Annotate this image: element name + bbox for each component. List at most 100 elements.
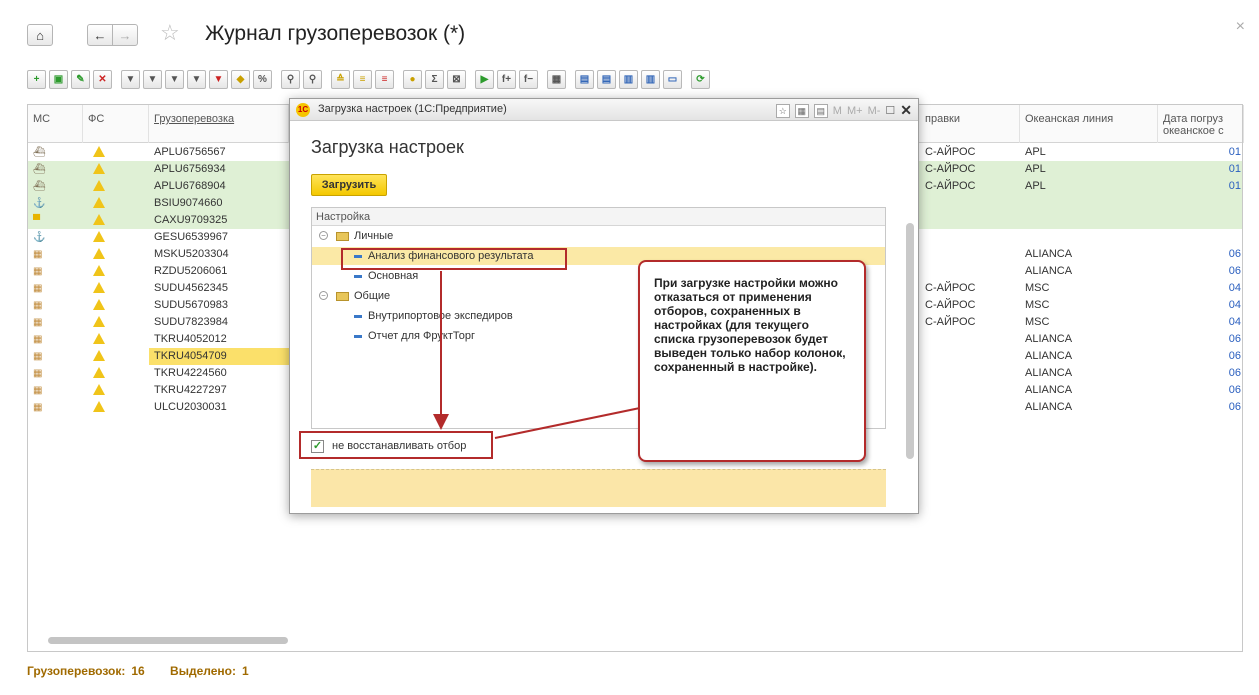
memory-button[interactable]: M <box>833 105 842 117</box>
palette-icon[interactable]: ● <box>403 69 422 89</box>
chart-icon[interactable]: ▥ <box>619 69 638 89</box>
filter-clear-icon[interactable]: ▼ <box>209 69 228 89</box>
cell-departure[interactable] <box>920 263 1020 280</box>
settings-icon[interactable]: ◆ <box>231 69 250 89</box>
cell-cargo[interactable]: RZDU5206061 <box>149 263 289 280</box>
add-function-icon[interactable]: f+ <box>497 69 516 89</box>
cell-date[interactable]: 01 <box>1158 161 1244 178</box>
cell-line[interactable]: ALIANCA <box>1020 348 1158 365</box>
cell-date[interactable]: 06 <box>1158 382 1244 399</box>
report-icon[interactable]: ▥ <box>641 69 660 89</box>
cell-date[interactable]: 04 <box>1158 297 1244 314</box>
filter-set-icon[interactable]: ▼ <box>165 69 184 89</box>
cell-departure[interactable]: С-АЙРОС <box>920 178 1020 195</box>
cell-departure[interactable]: С-АЙРОС <box>920 297 1020 314</box>
cell-cargo[interactable]: APLU6768904 <box>149 178 289 195</box>
cell-date[interactable] <box>1158 195 1244 212</box>
calculator-icon[interactable]: ▦ <box>794 103 809 118</box>
cell-cargo[interactable]: MSKU5203304 <box>149 246 289 263</box>
search-icon[interactable]: ⚲ <box>281 69 300 89</box>
cell-line[interactable]: ALIANCA <box>1020 382 1158 399</box>
delete-icon[interactable]: ✕ <box>93 69 112 89</box>
cell-departure[interactable] <box>920 382 1020 399</box>
collapse-icon[interactable]: − <box>319 291 328 300</box>
cell-cargo[interactable]: TKRU4052012 <box>149 331 289 348</box>
sort-asc-icon[interactable]: ≙ <box>331 69 350 89</box>
edit-icon[interactable]: ✎ <box>71 69 90 89</box>
col-header-departure[interactable]: правки <box>920 105 1020 143</box>
favorites-icon[interactable]: ☆ <box>775 103 790 118</box>
cell-departure[interactable]: С-АЙРОС <box>920 280 1020 297</box>
cell-date[interactable] <box>1158 229 1244 246</box>
cell-line[interactable]: ALIANCA <box>1020 331 1158 348</box>
back-button[interactable]: ← <box>87 24 113 46</box>
cell-cargo[interactable]: APLU6756934 <box>149 161 289 178</box>
scrollbar-thumb[interactable] <box>48 637 288 644</box>
cell-line[interactable]: APL <box>1020 178 1158 195</box>
cell-date[interactable]: 01 <box>1158 178 1244 195</box>
cell-departure[interactable] <box>920 348 1020 365</box>
cell-cargo[interactable]: CAXU9709325 <box>149 212 289 229</box>
cell-date[interactable]: 06 <box>1158 348 1244 365</box>
col-header-cargo[interactable]: Грузоперевозка <box>149 105 289 143</box>
total-icon[interactable]: ⊠ <box>447 69 466 89</box>
cell-line[interactable]: ALIANCA <box>1020 263 1158 280</box>
cell-line[interactable]: ALIANCA <box>1020 246 1158 263</box>
cell-date[interactable]: 06 <box>1158 263 1244 280</box>
cell-line[interactable] <box>1020 195 1158 212</box>
filter-value-icon[interactable]: ▼ <box>143 69 162 89</box>
refresh-icon[interactable]: ⟳ <box>691 69 710 89</box>
cell-date[interactable]: 06 <box>1158 246 1244 263</box>
cell-cargo[interactable]: TKRU4224560 <box>149 365 289 382</box>
col-header-line[interactable]: Океанская линия <box>1020 105 1158 143</box>
cell-date[interactable] <box>1158 212 1244 229</box>
cell-date[interactable]: 01 <box>1158 144 1244 161</box>
cell-line[interactable]: ALIANCA <box>1020 365 1158 382</box>
dialog-close-icon[interactable]: ✕ <box>900 102 912 119</box>
cell-departure[interactable] <box>920 246 1020 263</box>
forward-button[interactable]: → <box>112 24 138 46</box>
cell-departure[interactable] <box>920 331 1020 348</box>
print-icon[interactable]: ▤ <box>575 69 594 89</box>
export-icon[interactable]: ▤ <box>597 69 616 89</box>
cell-cargo[interactable]: SUDU5670983 <box>149 297 289 314</box>
cell-departure[interactable]: С-АЙРОС <box>920 161 1020 178</box>
cell-line[interactable]: APL <box>1020 144 1158 161</box>
cell-departure[interactable] <box>920 195 1020 212</box>
search-clear-icon[interactable]: ⚲ <box>303 69 322 89</box>
cell-departure[interactable]: С-АЙРОС <box>920 314 1020 331</box>
home-button[interactable]: ⌂ <box>27 24 53 46</box>
window-icon[interactable]: ▭ <box>663 69 682 89</box>
calculator-icon[interactable]: ▦ <box>547 69 566 89</box>
scrollbar-thumb[interactable] <box>906 223 914 459</box>
load-button[interactable]: Загрузить <box>311 174 387 196</box>
star-icon[interactable]: ☆ <box>160 20 180 46</box>
cell-cargo[interactable]: TKRU4054709 <box>149 348 289 365</box>
cell-date[interactable]: 06 <box>1158 399 1244 416</box>
memory-subtract-button[interactable]: M- <box>868 105 881 117</box>
cell-line[interactable] <box>1020 229 1158 246</box>
run-icon[interactable]: ▶ <box>475 69 494 89</box>
cell-departure[interactable] <box>920 365 1020 382</box>
cell-cargo[interactable]: APLU6756567 <box>149 144 289 161</box>
close-icon[interactable]: × <box>1236 18 1245 36</box>
cell-departure[interactable] <box>920 229 1020 246</box>
cell-line[interactable]: APL <box>1020 161 1158 178</box>
sort-clear-icon[interactable]: ≡ <box>375 69 394 89</box>
cell-departure[interactable] <box>920 399 1020 416</box>
cell-date[interactable]: 04 <box>1158 314 1244 331</box>
cell-departure[interactable] <box>920 212 1020 229</box>
collapse-icon[interactable]: − <box>319 231 328 240</box>
tree-folder[interactable]: − Личные <box>312 227 885 245</box>
cell-date[interactable]: 04 <box>1158 280 1244 297</box>
copy-icon[interactable]: ▣ <box>49 69 68 89</box>
memory-add-button[interactable]: M+ <box>847 105 863 117</box>
cell-cargo[interactable]: ULCU2030031 <box>149 399 289 416</box>
remove-function-icon[interactable]: f− <box>519 69 538 89</box>
cell-departure[interactable]: С-АЙРОС <box>920 144 1020 161</box>
cell-line[interactable]: ALIANCA <box>1020 399 1158 416</box>
sum-icon[interactable]: Σ <box>425 69 444 89</box>
cell-cargo[interactable]: TKRU4227297 <box>149 382 289 399</box>
add-icon[interactable]: + <box>27 69 46 89</box>
calendar-icon[interactable]: ▤ <box>813 103 828 118</box>
